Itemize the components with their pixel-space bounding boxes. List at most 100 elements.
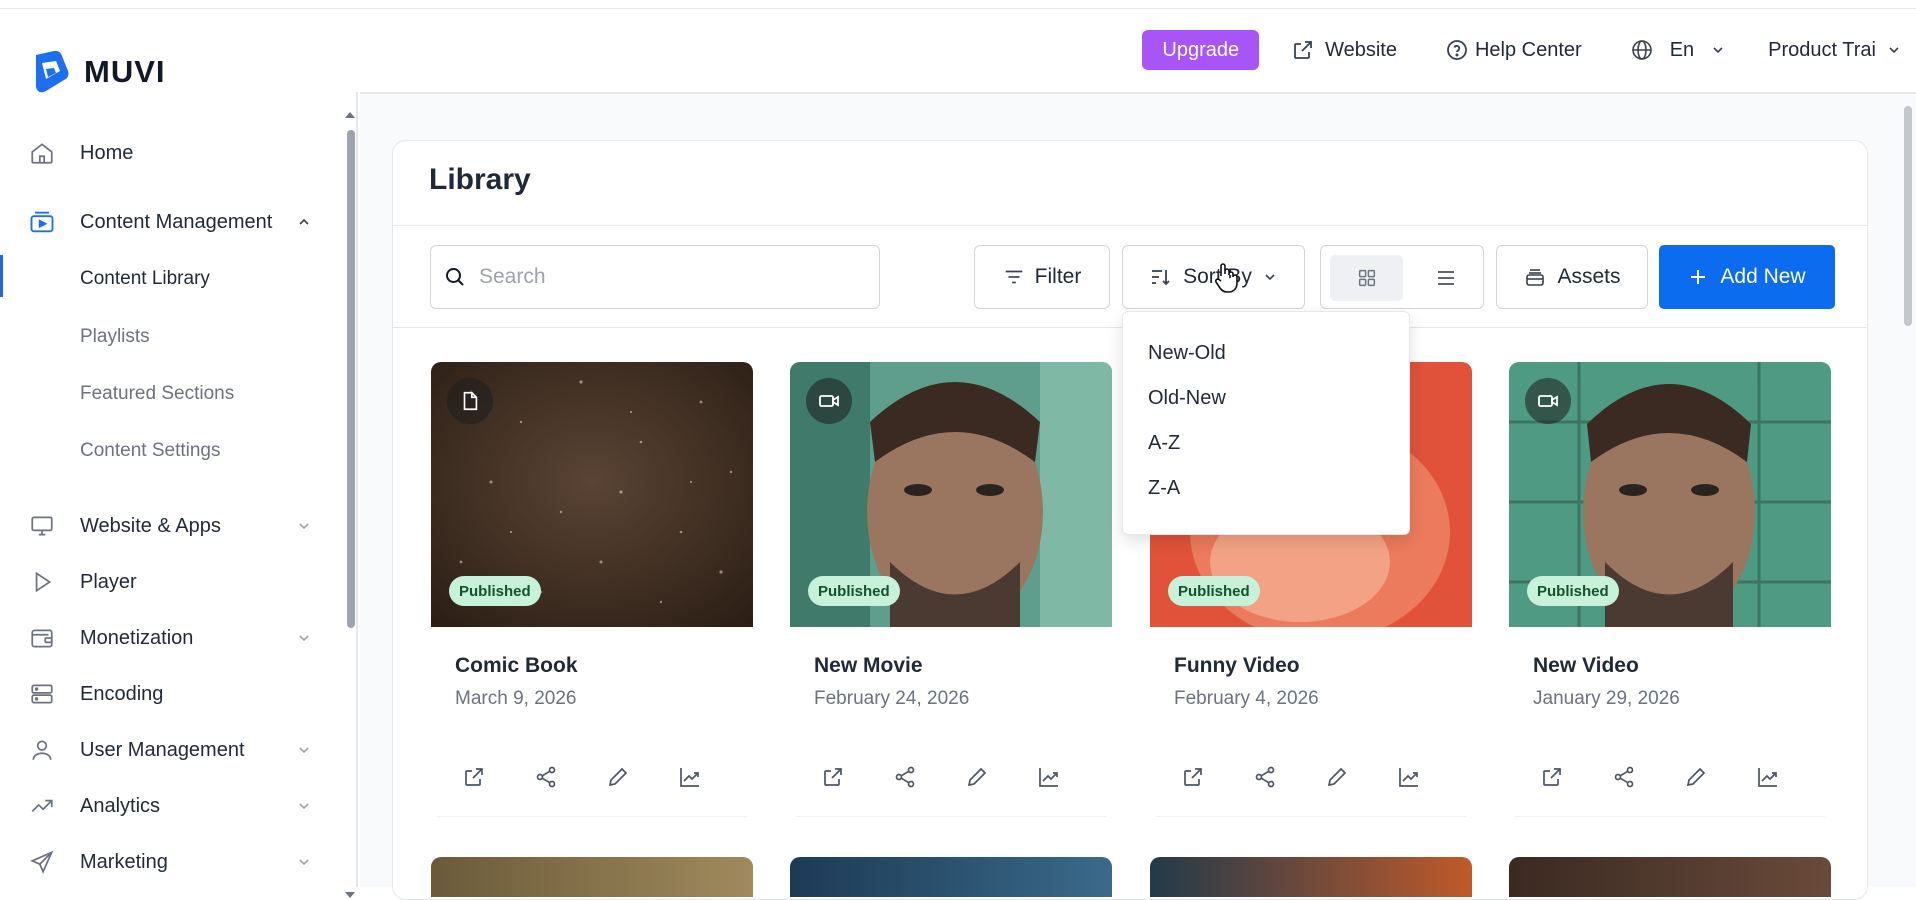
chevron-down-icon — [294, 516, 314, 536]
globe-icon — [1631, 40, 1652, 60]
sort-option-old-new[interactable]: Old-New — [1148, 387, 1226, 410]
sidebar-subitem-content-library[interactable]: Content Library — [0, 259, 340, 299]
content-date: January 29, 2026 — [1533, 688, 1680, 709]
share-icon[interactable] — [533, 764, 559, 790]
language-label: En — [1669, 38, 1695, 61]
content-card-thumbnail[interactable] — [431, 857, 753, 897]
card-actions — [1180, 764, 1460, 790]
thumbnail[interactable]: Published — [1509, 362, 1831, 627]
hand-cursor-icon — [1214, 263, 1238, 293]
search-box[interactable] — [430, 245, 880, 309]
wallet-icon — [28, 624, 56, 652]
analytics-icon[interactable] — [677, 764, 703, 790]
muvi-logo[interactable]: MUVI — [32, 49, 166, 95]
search-icon — [446, 268, 464, 286]
open-external-icon[interactable] — [1180, 764, 1206, 790]
server-icon — [28, 680, 56, 708]
sidebar-item-home[interactable]: Home — [0, 133, 340, 173]
sidebar-item-user-management[interactable]: User Management — [0, 730, 340, 770]
content-card-thumbnail[interactable] — [1150, 857, 1472, 897]
user-menu[interactable]: Product Trai — [1768, 39, 1902, 62]
analytics-icon[interactable] — [1755, 764, 1781, 790]
share-icon[interactable] — [1611, 764, 1637, 790]
content-date: February 24, 2026 — [814, 688, 970, 709]
edit-icon[interactable] — [1683, 764, 1709, 790]
sidebar-subitem-featured-sections[interactable]: Featured Sections — [0, 374, 340, 414]
status-badge: Published — [449, 576, 541, 606]
content-title[interactable]: New Movie — [814, 654, 923, 678]
sidebar-item-monetization[interactable]: Monetization — [0, 618, 340, 658]
open-external-icon[interactable] — [1539, 764, 1565, 790]
chevron-down-icon — [294, 796, 314, 816]
sidebar-item-website-apps[interactable]: Website & Apps — [0, 506, 340, 546]
upgrade-button[interactable]: Upgrade — [1142, 30, 1260, 70]
sidebar-subitem-playlists[interactable]: Playlists — [0, 317, 340, 357]
trend-icon — [28, 792, 56, 820]
edit-icon[interactable] — [964, 764, 990, 790]
chevron-up-icon — [294, 212, 314, 232]
edit-icon[interactable] — [605, 764, 631, 790]
sidebar-item-label: Content Management — [80, 210, 273, 233]
help-center-link[interactable]: Help Center — [1445, 38, 1582, 62]
sidebar-scroll-thumb[interactable] — [347, 130, 355, 628]
sort-option-z-a[interactable]: Z-A — [1148, 477, 1180, 500]
list-view-button[interactable] — [1417, 255, 1475, 301]
sort-dropdown-menu: New-Old Old-New A-Z Z-A — [1122, 311, 1410, 535]
analytics-icon[interactable] — [1036, 764, 1062, 790]
divider — [796, 816, 1106, 817]
open-external-icon[interactable] — [820, 764, 846, 790]
sidebar-subitem-label: Featured Sections — [80, 383, 235, 404]
divider — [1515, 816, 1825, 817]
content-card[interactable]: Published New Movie February 24, 2026 — [790, 362, 1112, 822]
main-scrollbar[interactable] — [1904, 106, 1912, 326]
sidebar-item-content-management[interactable]: Content Management — [0, 202, 340, 242]
website-link[interactable]: Website — [1291, 38, 1397, 62]
language-selector[interactable]: En — [1630, 38, 1726, 62]
content-title[interactable]: Funny Video — [1174, 654, 1300, 678]
thumbnail[interactable]: Published — [431, 362, 753, 627]
sidebar-item-player[interactable]: Player — [0, 562, 340, 602]
sort-icon — [1152, 270, 1170, 286]
video-icon — [1525, 378, 1571, 424]
sidebar-item-encoding[interactable]: Encoding — [0, 674, 340, 714]
scroll-down-arrow-icon — [345, 892, 355, 898]
edit-icon[interactable] — [1324, 764, 1350, 790]
content-title[interactable]: Comic Book — [455, 654, 578, 678]
status-badge: Published — [808, 576, 900, 606]
grid-view-button[interactable] — [1330, 255, 1403, 301]
sort-option-a-z[interactable]: A-Z — [1148, 432, 1180, 455]
sidebar-item-label: Encoding — [80, 682, 164, 705]
assets-icon — [1526, 269, 1545, 286]
sidebar-item-marketing[interactable]: Marketing — [0, 842, 340, 882]
filter-label: Filter — [1034, 265, 1082, 288]
content-card[interactable]: Published Comic Book March 9, 2026 — [431, 362, 753, 822]
page-title: Library — [429, 163, 531, 196]
sidebar-item-label: Website & Apps — [80, 514, 221, 537]
status-badge: Published — [1527, 576, 1619, 606]
video-icon — [806, 378, 852, 424]
add-new-button[interactable]: Add New — [1659, 245, 1835, 309]
content-date: February 4, 2026 — [1174, 688, 1319, 709]
chevron-down-icon — [294, 740, 314, 760]
sidebar-item-analytics[interactable]: Analytics — [0, 786, 340, 826]
search-input[interactable] — [479, 265, 859, 289]
chevron-down-icon — [294, 628, 314, 648]
sort-option-new-old[interactable]: New-Old — [1148, 342, 1226, 365]
filter-button[interactable]: Filter — [974, 245, 1110, 309]
content-card-thumbnail[interactable] — [1509, 857, 1831, 897]
scroll-up-arrow-icon — [345, 112, 355, 118]
card-actions — [1539, 764, 1819, 790]
analytics-icon[interactable] — [1396, 764, 1422, 790]
thumbnail[interactable]: Published — [790, 362, 1112, 627]
content-title[interactable]: New Video — [1533, 654, 1639, 678]
card-actions — [461, 764, 741, 790]
sidebar-subitem-label: Content Settings — [80, 440, 221, 461]
share-icon[interactable] — [892, 764, 918, 790]
content-card[interactable]: Published New Video January 29, 2026 — [1509, 362, 1831, 822]
sidebar-subitem-content-settings[interactable]: Content Settings — [0, 431, 340, 471]
content-card-thumbnail[interactable] — [790, 857, 1112, 897]
open-external-icon[interactable] — [461, 764, 487, 790]
assets-button[interactable]: Assets — [1496, 245, 1648, 309]
top-border — [0, 0, 1916, 9]
share-icon[interactable] — [1252, 764, 1278, 790]
